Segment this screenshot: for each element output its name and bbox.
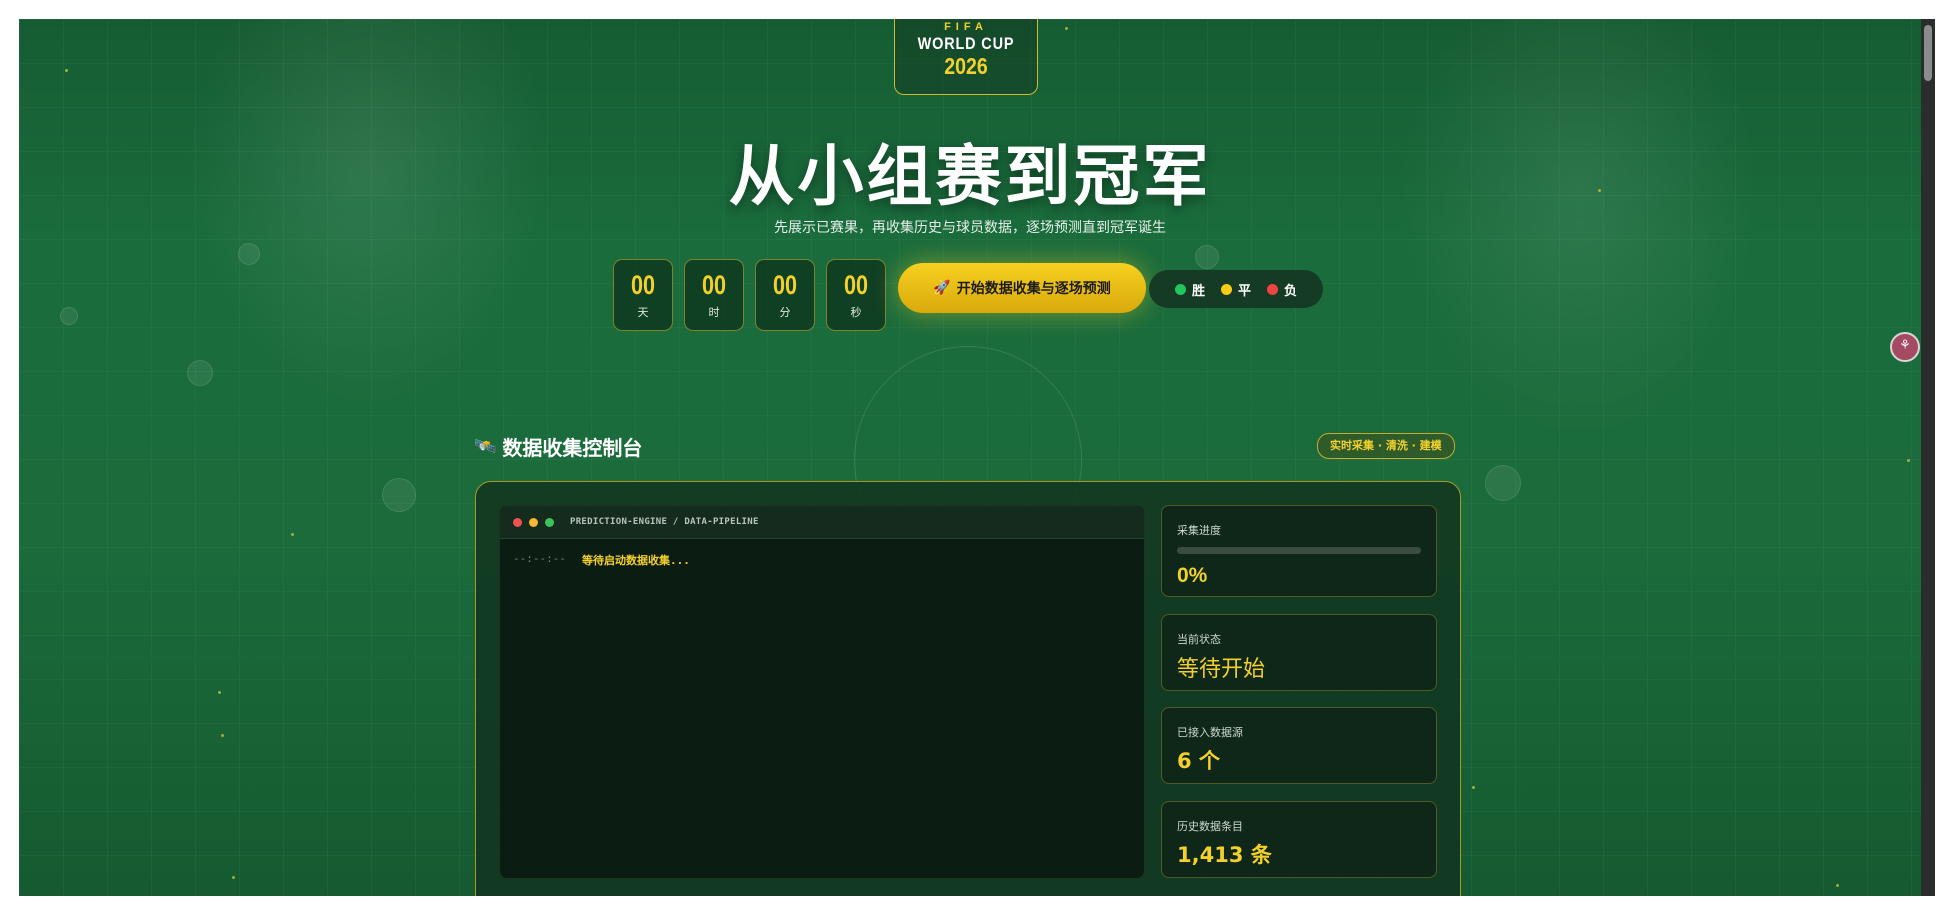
hero-subtitle: 先展示已赛果，再收集历史与球员数据，逐场预测直到冠军诞生 bbox=[774, 220, 1166, 236]
stat-label: 已接入数据源 bbox=[1177, 726, 1243, 739]
stat-sources: 已接入数据源 6 个 bbox=[1161, 707, 1437, 784]
close-dot-icon bbox=[513, 517, 522, 527]
start-prediction-button[interactable]: 🚀 开始数据收集与逐场预测 bbox=[898, 263, 1146, 313]
legend-draw: 平 bbox=[1220, 280, 1251, 299]
stat-label: 当前状态 bbox=[1177, 633, 1221, 646]
decor-ball bbox=[1195, 245, 1219, 269]
log-timestamp: --:--:-- bbox=[513, 552, 566, 565]
section-title: 数据收集控制台 bbox=[502, 436, 643, 460]
terminal-log-line: --:--:-- 等待启动数据收集... bbox=[513, 552, 1144, 568]
decor-ball bbox=[60, 307, 78, 325]
world-cup-logo: FIFA WORLD CUP 2026 bbox=[894, 19, 1038, 95]
terminal-window[interactable]: PREDICTION-ENGINE / DATA-PIPELINE --:--:… bbox=[499, 505, 1145, 879]
countdown-unit: 分 bbox=[779, 306, 791, 319]
stat-records: 历史数据条目 1,413 条 bbox=[1161, 801, 1437, 878]
page-viewport: FIFA WORLD CUP 2026 从小组赛到冠军 先展示已赛果，再收集历史… bbox=[19, 19, 1935, 896]
scrollbar-thumb[interactable] bbox=[1924, 25, 1932, 81]
countdown-unit: 时 bbox=[708, 306, 720, 319]
start-prediction-label: 开始数据收集与逐场预测 bbox=[956, 281, 1111, 297]
countdown-value: 00 bbox=[772, 270, 798, 300]
stat-value: 0% bbox=[1177, 564, 1208, 587]
countdown-seconds: 00 秒 bbox=[826, 259, 886, 331]
legend-loss: 负 bbox=[1267, 280, 1297, 299]
loss-dot-icon bbox=[1267, 283, 1278, 295]
satellite-icon: 🛰️ bbox=[474, 436, 497, 457]
countdown-minutes: 00 分 bbox=[755, 259, 815, 331]
sparkle bbox=[1836, 884, 1839, 887]
terminal-titlebar: PREDICTION-ENGINE / DATA-PIPELINE bbox=[500, 506, 1144, 539]
stat-value: 等待开始 bbox=[1177, 657, 1266, 682]
maximize-dot-icon bbox=[545, 517, 554, 527]
stat-value: 6 个 bbox=[1177, 749, 1220, 773]
win-dot-icon bbox=[1174, 283, 1186, 295]
section-badge: 实时采集 · 清洗 · 建模 bbox=[1317, 433, 1455, 459]
result-legend: 胜 平 负 bbox=[1149, 270, 1323, 308]
countdown-value: 00 bbox=[701, 270, 727, 300]
data-console-card: PREDICTION-ENGINE / DATA-PIPELINE --:--:… bbox=[475, 481, 1461, 896]
minimize-dot-icon bbox=[529, 517, 538, 527]
stat-progress: 采集进度 0% bbox=[1161, 505, 1437, 597]
stat-label: 采集进度 bbox=[1177, 524, 1221, 537]
countdown-days: 00 天 bbox=[613, 259, 673, 331]
sparkle bbox=[232, 876, 235, 879]
decor-ball bbox=[1485, 465, 1521, 501]
countdown-unit: 天 bbox=[637, 306, 649, 319]
sparkle bbox=[1907, 459, 1910, 462]
section-header: 🛰️ 数据收集控制台 bbox=[474, 432, 642, 461]
decor-ball bbox=[238, 243, 260, 265]
rocket-icon: 🚀 bbox=[933, 280, 951, 296]
terminal-title: PREDICTION-ENGINE / DATA-PIPELINE bbox=[570, 517, 759, 527]
sparkle bbox=[291, 533, 294, 536]
sparkle bbox=[1472, 786, 1475, 789]
sparkle bbox=[218, 691, 221, 694]
countdown-value: 00 bbox=[630, 270, 656, 300]
page-scrollbar[interactable] bbox=[1921, 19, 1935, 896]
stat-value: 1,413 条 bbox=[1177, 843, 1272, 867]
logo-year-text: 2026 bbox=[944, 53, 988, 79]
countdown-unit: 秒 bbox=[850, 306, 862, 319]
progress-bar bbox=[1177, 547, 1421, 554]
logo-world-cup-text: WORLD CUP bbox=[917, 34, 1015, 53]
decor-ball bbox=[187, 360, 213, 386]
decor-ball bbox=[382, 478, 416, 512]
legend-label: 负 bbox=[1284, 283, 1298, 299]
countdown-hours: 00 时 bbox=[684, 259, 744, 331]
sparkle bbox=[65, 69, 68, 72]
log-message: 等待启动数据收集... bbox=[581, 554, 690, 567]
legend-label: 平 bbox=[1237, 283, 1251, 299]
logo-fifa-text: FIFA bbox=[944, 21, 988, 33]
draw-dot-icon bbox=[1220, 283, 1232, 295]
stat-label: 历史数据条目 bbox=[1177, 820, 1243, 833]
countdown: 00 天 00 时 00 分 00 秒 bbox=[613, 259, 886, 331]
legend-label: 胜 bbox=[1191, 283, 1205, 299]
sparkle bbox=[221, 734, 224, 737]
legend-win: 胜 bbox=[1174, 280, 1205, 299]
countdown-value: 00 bbox=[843, 270, 869, 300]
hero-title: 从小组赛到冠军 bbox=[728, 138, 1212, 215]
translate-widget-icon[interactable]: ⚘ bbox=[1890, 332, 1920, 362]
stat-status: 当前状态 等待开始 bbox=[1161, 614, 1437, 691]
sparkle bbox=[1065, 27, 1068, 30]
